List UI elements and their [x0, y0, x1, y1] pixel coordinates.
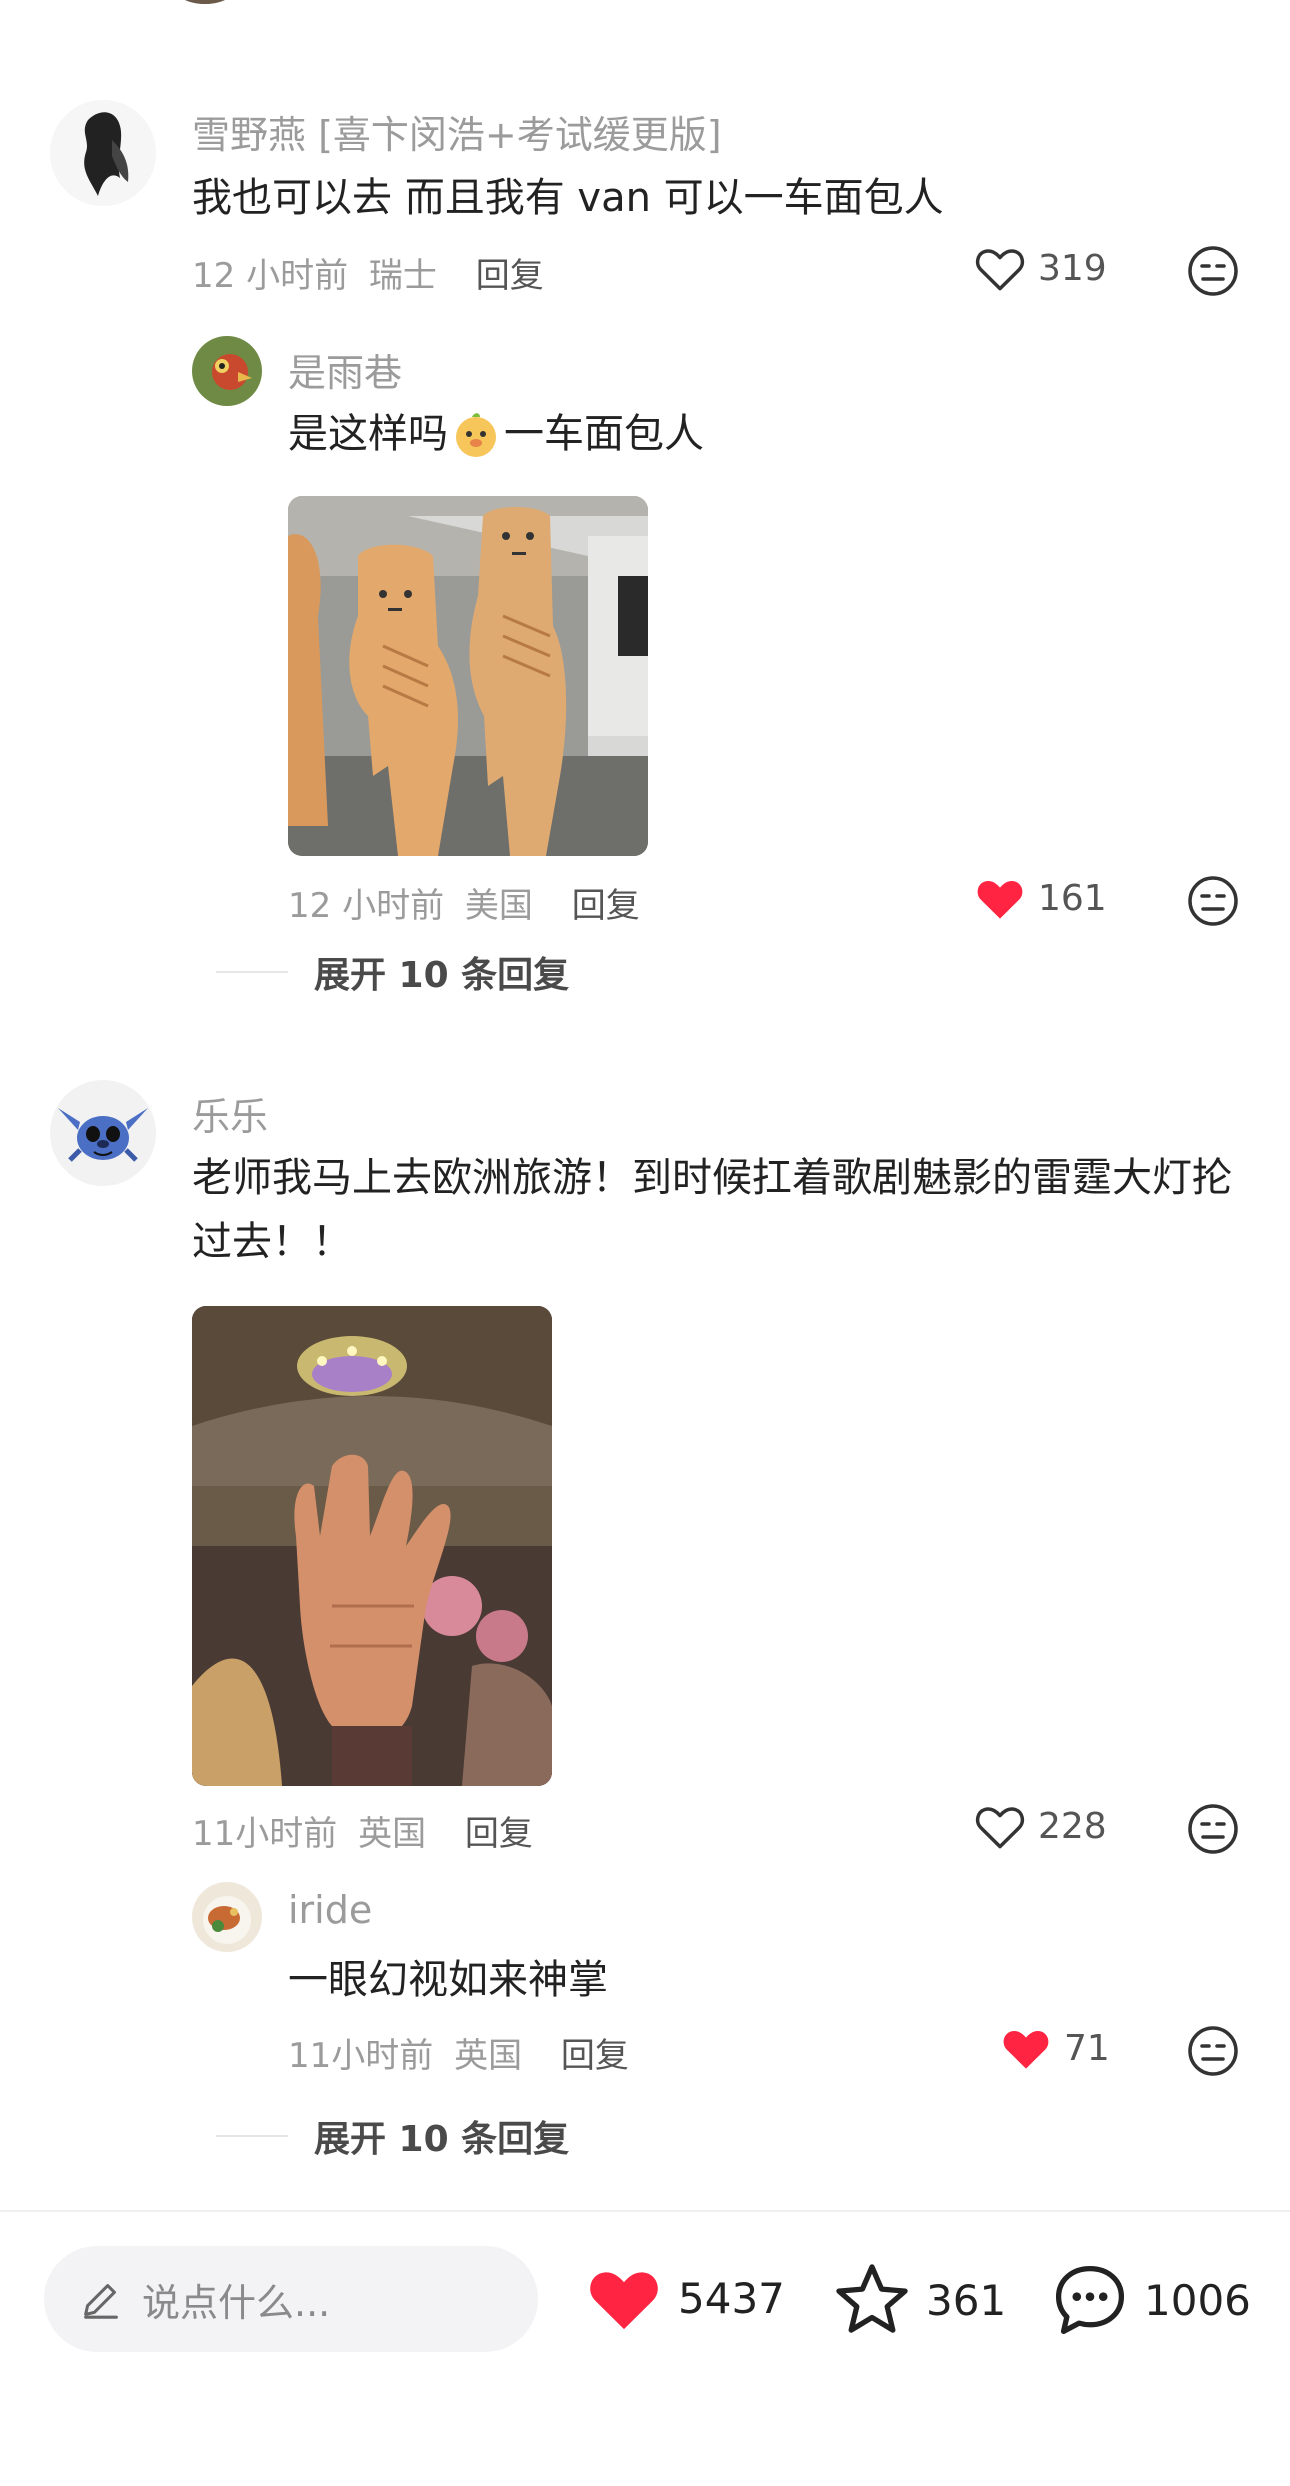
reply-1-username[interactable]: 是雨巷 [288, 342, 402, 397]
bread-costume-people-photo [288, 496, 648, 856]
reply-1-image[interactable] [288, 496, 648, 856]
reply-2-reply-button[interactable]: 回复 [561, 2036, 629, 2076]
comment-1-location: 瑞士 [368, 256, 437, 296]
heart-filled-icon [1003, 2030, 1049, 2069]
post-favorite-count: 361 [926, 2275, 1007, 2325]
reply-2-time: 11小时前 [288, 2036, 434, 2076]
comment-input[interactable]: 说点什么... [44, 2246, 538, 2352]
chat-bubble-icon [1055, 2265, 1125, 2335]
comment-2-username[interactable]: 乐乐 [192, 1086, 268, 1141]
reply-2-text: 一眼幻视如来神掌 [288, 1957, 608, 2003]
comment-1-avatar[interactable] [50, 100, 156, 206]
comment-1-like-button[interactable]: 319 [974, 244, 1107, 292]
meh-face-icon [1188, 2026, 1238, 2076]
comment-2-expand-replies[interactable]: 展开 10 条回复 [216, 2110, 569, 2162]
post-like-count: 5437 [678, 2273, 785, 2323]
reply-1-location: 美国 [464, 886, 533, 926]
post-favorite-button[interactable]: 361 [832, 2262, 1006, 2338]
reply-1-time: 12 小时前 [288, 886, 445, 926]
reply-1-like-count: 161 [1038, 877, 1107, 919]
reply-1-meta: 12 小时前 美国 回复 [288, 878, 640, 927]
reply-1-text: 是这样吗 一车面包人 [288, 402, 704, 466]
pencil-icon [84, 2284, 118, 2319]
comment-1-reply-button[interactable]: 回复 [476, 256, 544, 296]
comment-2-location: 英国 [358, 1814, 427, 1854]
post-like-button[interactable]: 5437 [584, 2262, 785, 2334]
happy-duck-emoji-icon [456, 413, 496, 457]
reply-2-dislike-button[interactable] [1186, 2024, 1240, 2078]
avatar-woman-sketch-icon [50, 100, 156, 206]
heart-outline-icon [975, 249, 1025, 291]
comment-2-reply-button[interactable]: 回复 [465, 1814, 533, 1854]
comment-2-avatar[interactable] [50, 1080, 156, 1186]
comment-2-dislike-button[interactable] [1186, 1802, 1240, 1856]
reply-1-dislike-button[interactable] [1186, 874, 1240, 928]
expand-divider [216, 971, 288, 973]
comment-2-meta: 11小时前 英国 回复 [192, 1806, 533, 1855]
meh-face-icon [1188, 1804, 1238, 1854]
post-comment-button[interactable]: 1006 [1050, 2262, 1251, 2338]
heart-filled-icon [977, 880, 1023, 919]
expand-divider [216, 2135, 288, 2137]
comment-1-expand-replies[interactable]: 展开 10 条回复 [216, 946, 569, 998]
reply-2-like-button[interactable]: 71 [1000, 2024, 1110, 2072]
comment-1-time: 12 小时前 [192, 256, 349, 296]
reply-1-text-after: 一车面包人 [504, 411, 704, 457]
heart-filled-icon [590, 2272, 658, 2330]
reply-2-username[interactable]: iride [288, 1888, 372, 1932]
comment-1-text: 我也可以去 而且我有 van 可以一车面包人 [192, 175, 944, 221]
star-outline-icon [836, 2264, 908, 2333]
reply-1-avatar[interactable] [192, 336, 262, 406]
meh-face-icon [1188, 876, 1238, 926]
comment-1-like-count: 319 [1038, 247, 1107, 289]
avatar-bird-icon [192, 336, 262, 406]
reply-1-reply-button[interactable]: 回复 [572, 886, 640, 926]
reply-2-meta: 11小时前 英国 回复 [288, 2028, 629, 2077]
avatar-stitch-icon [50, 1080, 156, 1186]
partial-avatar-top [170, 0, 240, 4]
meh-face-icon [1188, 246, 1238, 296]
comment-1-dislike-button[interactable] [1186, 244, 1240, 298]
comment-input-placeholder: 说点什么... [142, 2280, 331, 2325]
reply-2-avatar[interactable] [192, 1882, 262, 1952]
avatar-food-icon [192, 1882, 262, 1952]
bottom-action-bar: 说点什么... 5437 361 1006 [0, 2210, 1290, 2486]
reply-2-like-count: 71 [1064, 2027, 1110, 2069]
theater-hand-chandelier-photo [192, 1306, 552, 1786]
post-comment-count: 1006 [1144, 2275, 1251, 2325]
reply-1-like-button[interactable]: 161 [974, 874, 1107, 922]
comment-2-expand-label: 展开 10 条回复 [314, 2119, 570, 2160]
comment-2-text: 老师我马上去欧洲旅游！到时候扛着歌剧魅影的雷霆大灯抡过去！！ [192, 1155, 1232, 1265]
heart-outline-icon [975, 1807, 1025, 1849]
reply-1-text-before: 是这样吗 [288, 411, 448, 457]
comment-1-expand-label: 展开 10 条回复 [314, 955, 570, 996]
reply-2-location: 英国 [454, 2036, 523, 2076]
comment-2-like-button[interactable]: 228 [974, 1802, 1107, 1850]
comment-2-like-count: 228 [1038, 1805, 1107, 1847]
comment-1-username[interactable]: 雪野燕 [喜卞闵浩+考试缓更版] [192, 104, 722, 159]
comment-2-time: 11小时前 [192, 1814, 338, 1854]
comment-1-meta: 12 小时前 瑞士 回复 [192, 248, 544, 297]
comment-2-image[interactable] [192, 1306, 552, 1786]
